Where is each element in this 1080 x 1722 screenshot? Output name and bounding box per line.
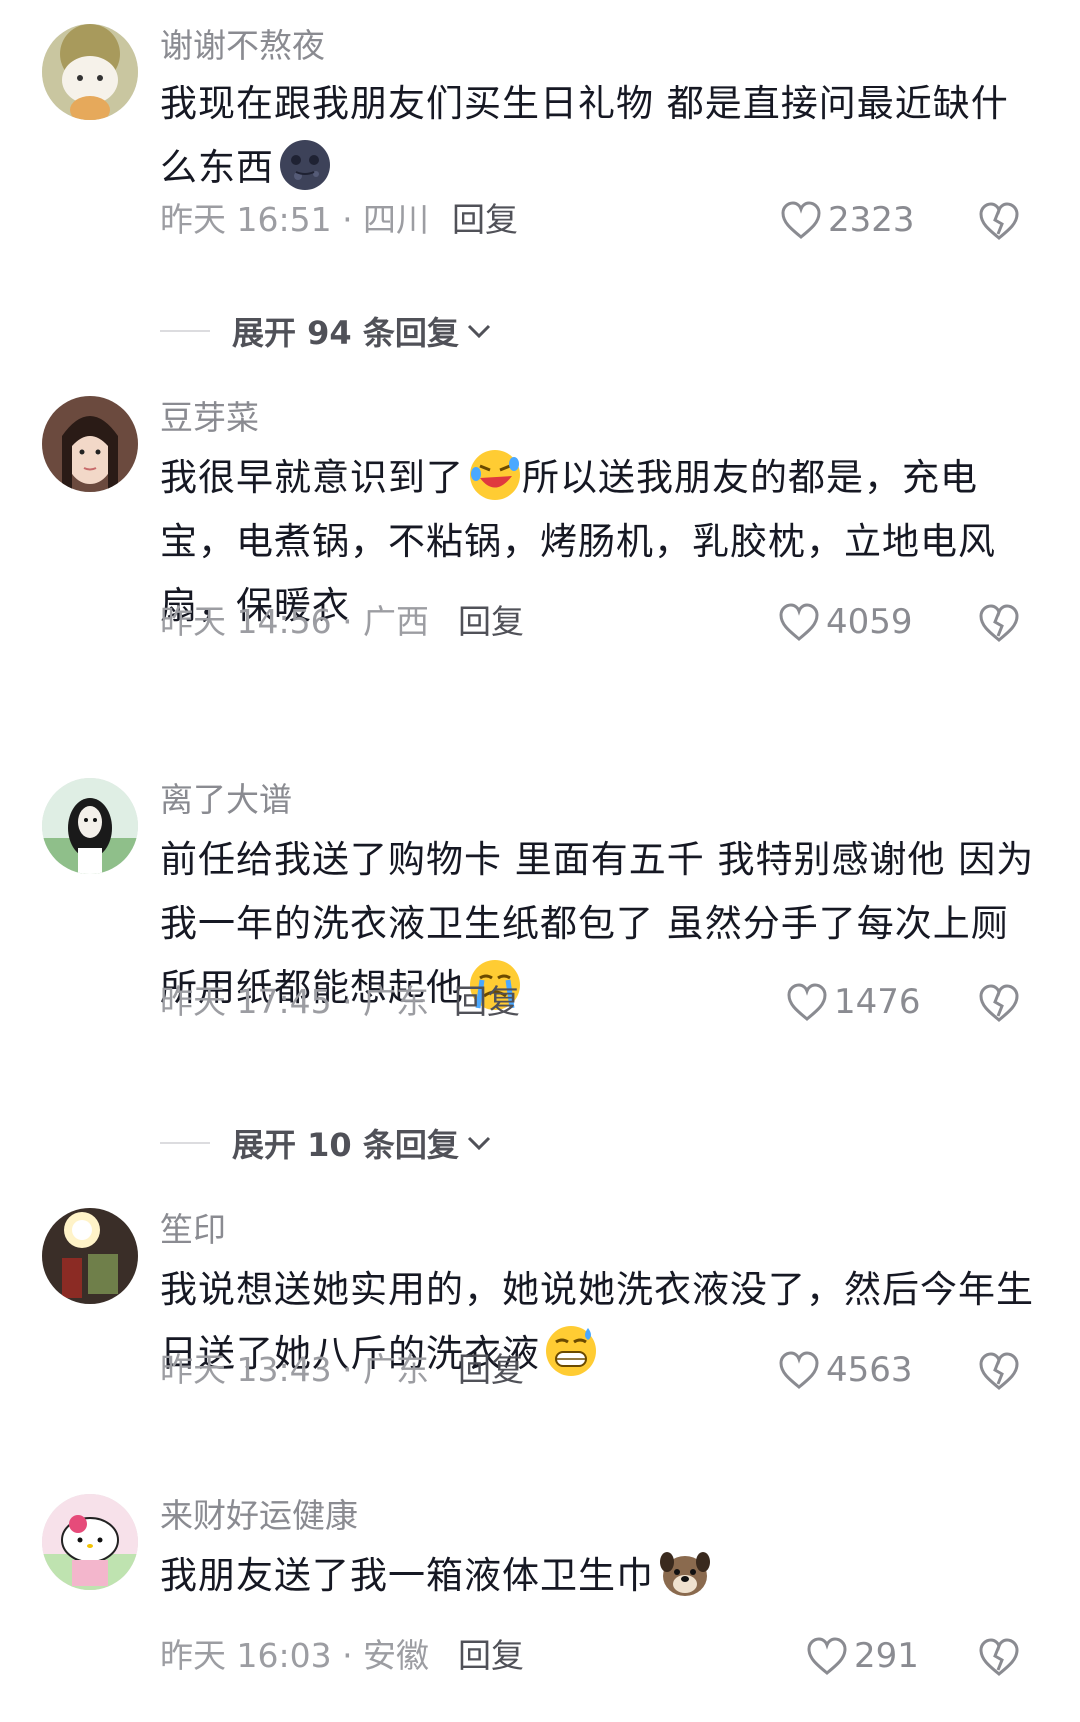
broken-heart-icon[interactable] (978, 1636, 1020, 1678)
comment-time-location: 昨天 16:51 · 四川 (160, 200, 430, 239)
like-button[interactable]: 4059 (778, 602, 913, 642)
username[interactable]: 笙印 (160, 1210, 226, 1250)
like-button[interactable]: 291 (806, 1636, 919, 1676)
like-button[interactable]: 4563 (778, 1350, 913, 1390)
heart-icon (787, 983, 827, 1021)
avatar[interactable] (42, 396, 138, 492)
divider (160, 330, 210, 332)
username[interactable]: 豆芽菜 (160, 398, 259, 438)
reply-button[interactable]: 回复 (458, 1636, 524, 1676)
moon-face-icon (280, 140, 330, 190)
expand-replies-button[interactable]: 展开 94 条回复 (160, 308, 493, 354)
avatar[interactable] (42, 778, 138, 874)
reply-button[interactable]: 回复 (452, 200, 518, 240)
dog-face-icon (660, 1552, 710, 1596)
like-count: 4563 (826, 1350, 913, 1390)
username[interactable]: 离了大谱 (160, 780, 292, 820)
broken-heart-icon[interactable] (978, 982, 1020, 1024)
broken-heart-icon[interactable] (978, 1350, 1020, 1392)
broken-heart-icon[interactable] (978, 602, 1020, 644)
heart-icon (807, 1637, 847, 1675)
grin-sweat-icon (546, 1326, 596, 1376)
expand-replies-label: 展开 10 条回复 (232, 1126, 459, 1164)
reply-button[interactable]: 回复 (458, 602, 524, 642)
chevron-down-icon (467, 1136, 490, 1151)
heart-icon (779, 603, 819, 641)
heart-icon (779, 1351, 819, 1389)
avatar[interactable] (42, 24, 138, 120)
rolling-laugh-icon (470, 450, 520, 500)
divider (160, 1142, 210, 1144)
like-count: 1476 (834, 982, 921, 1022)
reply-button[interactable]: 回复 (458, 1350, 524, 1390)
reply-button[interactable]: 回复 (454, 982, 520, 1022)
heart-icon (781, 201, 821, 239)
like-count: 4059 (826, 602, 913, 642)
comment-text: 我现在跟我朋友们买生日礼物 都是直接问最近缺什么东西 (160, 72, 1040, 200)
username[interactable]: 来财好运健康 (160, 1496, 358, 1536)
like-count: 2323 (828, 200, 915, 240)
avatar[interactable] (42, 1494, 138, 1590)
comment-time-location: 昨天 16:03 · 安徽 (160, 1636, 430, 1675)
comment-time-location: 昨天 17:45 · 广东 (160, 982, 430, 1021)
like-button[interactable]: 2323 (780, 200, 915, 240)
chevron-down-icon (467, 324, 490, 339)
expand-replies-button[interactable]: 展开 10 条回复 (160, 1120, 493, 1166)
comment-time-location: 昨天 14:56 · 广西 (160, 602, 430, 641)
comment-text: 我朋友送了我一箱液体卫生巾 (160, 1544, 1040, 1608)
broken-heart-icon[interactable] (978, 200, 1020, 242)
like-count: 291 (854, 1636, 919, 1676)
username[interactable]: 谢谢不熬夜 (160, 26, 325, 66)
avatar[interactable] (42, 1208, 138, 1304)
comment-time-location: 昨天 13:43 · 广东 (160, 1350, 430, 1389)
expand-replies-label: 展开 94 条回复 (232, 314, 459, 352)
like-button[interactable]: 1476 (786, 982, 921, 1022)
